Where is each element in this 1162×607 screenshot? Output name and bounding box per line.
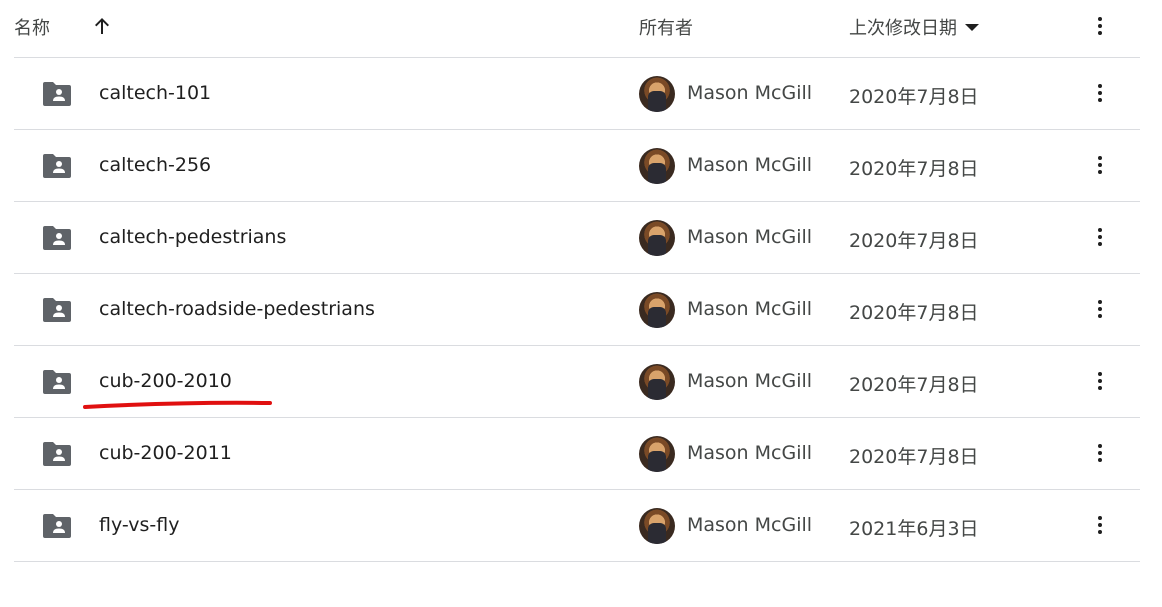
more-vert-icon[interactable] (1088, 441, 1112, 465)
last-modified-date: 2020年7月8日 (849, 86, 979, 108)
shared-folder-icon (41, 513, 73, 539)
column-header-last-modified-label: 上次修改日期 (849, 18, 957, 39)
file-row[interactable]: caltech-101 Mason McGill 2020年7月8日 (14, 58, 1140, 130)
file-row[interactable]: fly-vs-fly Mason McGill 2021年6月3日 (14, 490, 1140, 562)
shared-folder-icon (41, 441, 73, 467)
file-row[interactable]: caltech-roadside-pedestrians Mason McGil… (14, 274, 1140, 346)
file-name[interactable]: fly-vs-fly (99, 514, 179, 536)
owner-name: Mason McGill (687, 226, 813, 248)
last-modified-date: 2020年7月8日 (849, 446, 979, 468)
file-row[interactable]: cub-200-2011 Mason McGill 2020年7月8日 (14, 418, 1140, 490)
file-name[interactable]: cub-200-2010 (99, 370, 232, 392)
owner-avatar (639, 148, 675, 184)
more-vert-icon[interactable] (1088, 14, 1112, 38)
caret-down-icon (965, 23, 979, 31)
file-row[interactable]: cub-200-2010 Mason McGill 2020年7月8日 (14, 346, 1140, 418)
file-row[interactable]: caltech-256 Mason McGill 2020年7月8日 (14, 130, 1140, 202)
more-vert-icon[interactable] (1088, 369, 1112, 393)
last-modified-date: 2020年7月8日 (849, 374, 979, 396)
owner-avatar (639, 220, 675, 256)
owner-name: Mason McGill (687, 82, 813, 104)
owner-avatar (639, 76, 675, 112)
arrow-up-icon[interactable] (90, 14, 114, 38)
file-list: 名称 所有者 上次修改日期 caltech-101 Mason McGill 2… (0, 0, 1162, 562)
file-name[interactable]: caltech-roadside-pedestrians (99, 298, 375, 320)
last-modified-date: 2020年7月8日 (849, 158, 979, 180)
column-header-name[interactable]: 名称 (14, 14, 50, 40)
owner-avatar (639, 436, 675, 472)
list-header: 名称 所有者 上次修改日期 (14, 0, 1140, 58)
shared-folder-icon (41, 369, 73, 395)
owner-avatar (639, 364, 675, 400)
column-header-last-modified[interactable]: 上次修改日期 (849, 14, 979, 40)
more-vert-icon[interactable] (1088, 153, 1112, 177)
shared-folder-icon (41, 297, 73, 323)
last-modified-date: 2021年6月3日 (849, 518, 979, 540)
file-name[interactable]: caltech-101 (99, 82, 211, 104)
file-name[interactable]: cub-200-2011 (99, 442, 232, 464)
shared-folder-icon (41, 225, 73, 251)
column-header-owner: 所有者 (639, 18, 693, 39)
owner-name: Mason McGill (687, 442, 813, 464)
owner-name: Mason McGill (687, 154, 813, 176)
owner-avatar (639, 508, 675, 544)
more-vert-icon[interactable] (1088, 297, 1112, 321)
file-row[interactable]: caltech-pedestrians Mason McGill 2020年7月… (14, 202, 1140, 274)
more-vert-icon[interactable] (1088, 513, 1112, 537)
more-vert-icon[interactable] (1088, 81, 1112, 105)
owner-avatar (639, 292, 675, 328)
last-modified-date: 2020年7月8日 (849, 302, 979, 324)
owner-name: Mason McGill (687, 370, 813, 392)
owner-name: Mason McGill (687, 514, 813, 536)
owner-name: Mason McGill (687, 298, 813, 320)
file-name[interactable]: caltech-pedestrians (99, 226, 286, 248)
shared-folder-icon (41, 153, 73, 179)
shared-folder-icon (41, 81, 73, 107)
more-vert-icon[interactable] (1088, 225, 1112, 249)
last-modified-date: 2020年7月8日 (849, 230, 979, 252)
file-name[interactable]: caltech-256 (99, 154, 211, 176)
